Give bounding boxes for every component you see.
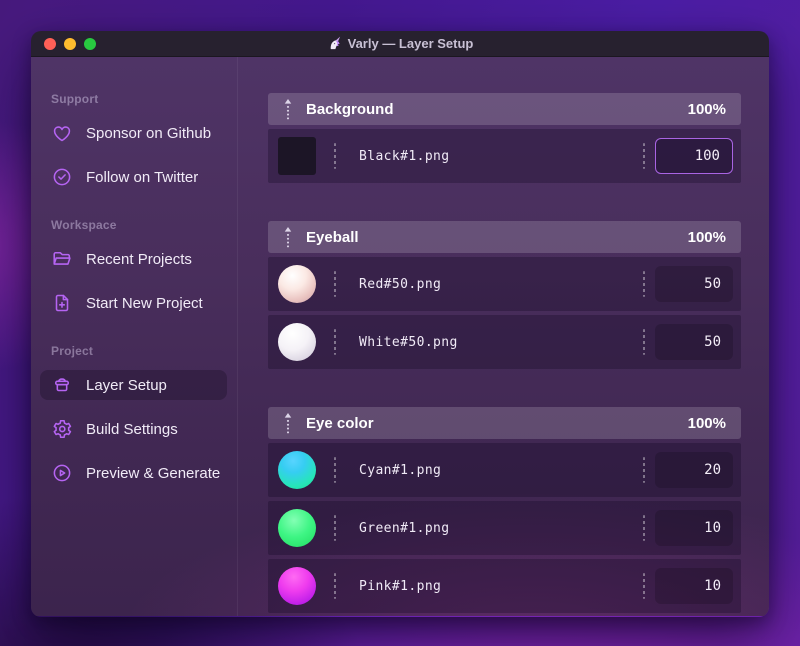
layer-group-title: Eye color [306,414,374,432]
app-window: Varly — Layer Setup Support Sponsor on G… [31,31,769,617]
divider [334,143,336,169]
layer-group-opacity: 100% [687,414,726,432]
sidebar-item-build-settings[interactable]: Build Settings [40,414,227,444]
layer-group-header[interactable]: Background 100% [268,93,741,125]
divider [334,271,336,297]
layer-filename: Red#50.png [359,276,442,292]
folder-open-icon [51,248,73,270]
divider [643,329,645,355]
layer-thumbnail [278,509,316,547]
sidebar-item-label: Sponsor on Github [86,124,212,142]
layer-thumbnail [278,265,316,303]
layer-filename: White#50.png [359,334,458,350]
layer-group-title: Background [306,100,394,118]
sidebar-item-sponsor-github[interactable]: Sponsor on Github [40,118,227,148]
sidebar-item-label: Follow on Twitter [86,168,199,186]
layer-weight-input[interactable] [655,266,733,302]
layer-weight-input[interactable] [655,452,733,488]
section-label: Workspace [51,218,117,232]
layer-row[interactable]: Red#50.png [268,257,741,311]
layer-weight-input[interactable] [655,510,733,546]
window-titlebar: Varly — Layer Setup [31,31,769,57]
divider [643,573,645,599]
layer-filename: Pink#1.png [359,578,442,594]
layer-group-title: Eyeball [306,228,359,246]
window-title: Varly — Layer Setup [347,36,474,51]
sidebar-item-label: Start New Project [86,294,203,312]
divider [334,457,336,483]
layer-row[interactable]: Cyan#1.png [268,443,741,497]
divider [334,573,336,599]
window-body: Support Sponsor on Github Follow on Twit… [31,57,769,616]
divider [334,515,336,541]
layer-group-background: Background 100% Black#1.png [268,93,741,183]
sidebar-item-recent-projects[interactable]: Recent Projects [40,244,227,274]
sidebar: Support Sponsor on Github Follow on Twit… [31,57,238,616]
section-label: Support [51,92,99,106]
layer-thumbnail [278,567,316,605]
layer-group-opacity: 100% [687,100,726,118]
sidebar-item-follow-twitter[interactable]: Follow on Twitter [40,162,227,192]
sidebar-section-support: Support Sponsor on Github Follow on Twit… [31,92,237,192]
sidebar-item-layer-setup[interactable]: Layer Setup [40,370,227,400]
section-label: Project [51,344,94,358]
play-circle-icon [51,462,73,484]
layer-weight-input[interactable] [655,568,733,604]
close-button[interactable] [44,37,56,50]
layers-panel: Background 100% Black#1.png 100 Eyeball … [238,57,769,616]
desktop-wallpaper: Varly — Layer Setup Support Sponsor on G… [0,0,800,646]
sidebar-item-start-new-project[interactable]: Start New Project [40,288,227,318]
layer-group-eyeball: Eyeball 100% Red#50.png White#50.png [268,221,741,369]
window-title-wrap: Varly — Layer Setup [327,36,474,51]
sidebar-section-project: Project Layer Setup Build Settings Previ… [31,344,237,488]
layer-weight-input[interactable] [655,138,733,174]
badge-check-icon [51,166,73,188]
file-plus-icon [51,292,73,314]
layer-thumbnail [278,323,316,361]
drag-handle-icon[interactable] [283,98,293,120]
divider [643,457,645,483]
layer-group-header[interactable]: Eye color 100% [268,407,741,439]
layer-filename: Green#1.png [359,520,450,536]
layer-group-opacity: 100% [687,228,726,246]
minimize-button[interactable] [64,37,76,50]
sidebar-item-preview-generate[interactable]: Preview & Generate [40,458,227,488]
layer-box-icon [51,374,73,396]
zoom-button[interactable] [84,37,96,50]
layer-thumbnail [278,451,316,489]
layer-filename: Cyan#1.png [359,462,442,478]
layer-row[interactable]: Green#1.png [268,501,741,555]
layer-group-eye-color: Eye color 100% Cyan#1.png Green#1.png [268,407,741,613]
drag-handle-icon[interactable] [283,412,293,434]
divider [643,271,645,297]
layer-group-header[interactable]: Eyeball 100% [268,221,741,253]
divider [643,515,645,541]
sidebar-section-workspace: Workspace Recent Projects Start New Proj… [31,218,237,318]
drag-handle-icon[interactable] [283,226,293,248]
layer-row[interactable]: Black#1.png [268,129,741,183]
layer-row[interactable]: White#50.png [268,315,741,369]
divider [334,329,336,355]
layer-thumbnail [278,137,316,175]
sidebar-item-label: Recent Projects [86,250,192,268]
layer-row[interactable]: Pink#1.png [268,559,741,613]
sidebar-item-label: Build Settings [86,420,178,438]
gear-icon [51,418,73,440]
sidebar-item-label: Layer Setup [86,376,167,394]
traffic-lights [44,37,96,50]
layer-weight-input[interactable] [655,324,733,360]
divider [643,143,645,169]
sidebar-item-label: Preview & Generate [86,464,221,482]
unicorn-icon [327,36,342,51]
heart-icon [51,122,73,144]
layer-filename: Black#1.png [359,148,450,164]
